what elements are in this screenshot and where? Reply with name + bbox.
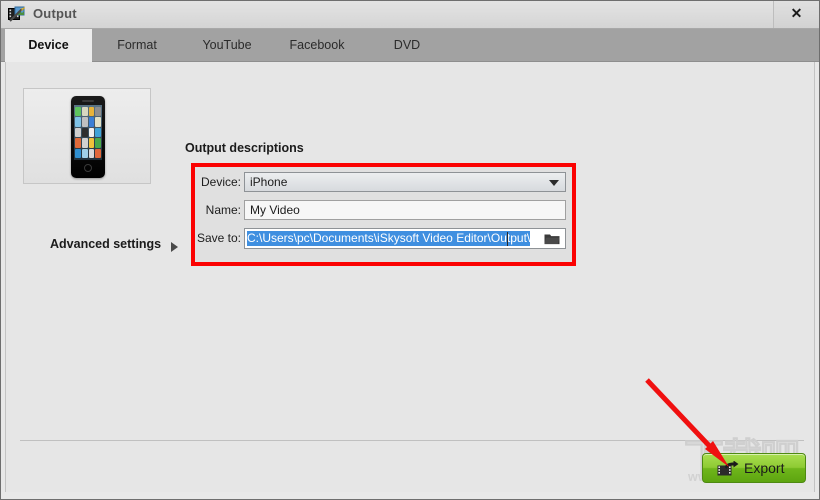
folder-browse-icon[interactable]	[544, 233, 560, 245]
tab-youtube[interactable]: YouTube	[182, 29, 272, 62]
output-dialog: Output ✕ Device Format YouTube Facebook DVD	[0, 0, 820, 500]
save-to-label: Save to:	[196, 231, 241, 245]
title-bar: Output ✕	[1, 1, 819, 29]
tab-strip: Device Format YouTube Facebook DVD	[1, 29, 819, 62]
advanced-settings-toggle[interactable]: Advanced settings	[50, 237, 161, 251]
tab-facebook[interactable]: Facebook	[272, 29, 362, 62]
name-label: Name:	[205, 203, 241, 217]
name-input-value: My Video	[250, 203, 300, 217]
device-thumbnail	[23, 88, 151, 184]
phone-speaker	[82, 100, 94, 102]
iphone-illustration	[71, 96, 105, 178]
export-button-label: Export	[744, 460, 785, 476]
save-to-input[interactable]: C:\Users\pc\Documents\iSkysoft Video Edi…	[244, 228, 566, 249]
chevron-right-icon[interactable]	[171, 242, 178, 252]
section-title: Output descriptions	[185, 141, 304, 155]
export-button[interactable]: Export	[702, 453, 806, 483]
tab-format[interactable]: Format	[92, 29, 182, 62]
tab-dvd[interactable]: DVD	[362, 29, 452, 62]
close-icon: ✕	[790, 5, 803, 21]
save-to-input-value: C:\Users\pc\Documents\iSkysoft Video Edi…	[247, 231, 531, 246]
device-label: Device:	[200, 175, 241, 189]
text-caret	[507, 232, 508, 246]
video-editor-icon	[8, 6, 25, 22]
phone-home-button	[84, 164, 92, 172]
close-button[interactable]: ✕	[773, 1, 819, 28]
phone-screen	[74, 105, 102, 160]
device-select[interactable]: iPhone	[244, 172, 566, 192]
window-title: Output	[33, 6, 77, 21]
tab-device[interactable]: Device	[5, 29, 92, 62]
device-select-value: iPhone	[250, 175, 288, 189]
content-panel: Output descriptions Device: iPhone Name:…	[5, 62, 815, 492]
export-icon	[717, 461, 739, 476]
name-input[interactable]: My Video	[244, 200, 566, 220]
footer-divider	[20, 440, 804, 441]
chevron-down-icon	[549, 180, 559, 186]
